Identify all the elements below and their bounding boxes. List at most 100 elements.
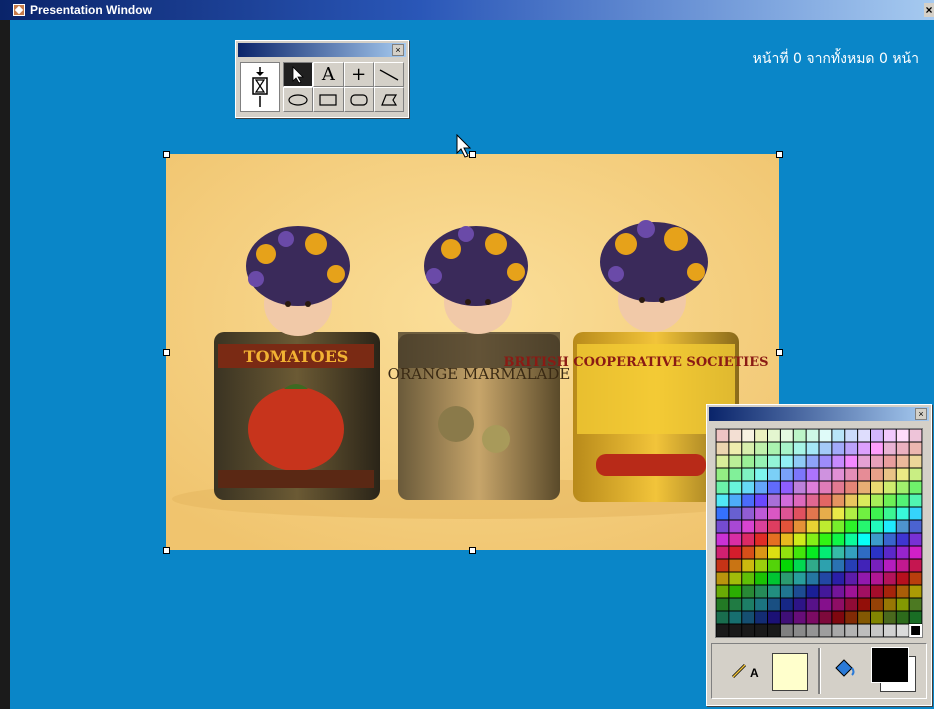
color-swatch[interactable]	[909, 455, 922, 468]
color-swatch[interactable]	[845, 442, 858, 455]
color-swatch[interactable]	[742, 468, 755, 481]
color-swatch[interactable]	[780, 559, 793, 572]
color-swatch[interactable]	[832, 559, 845, 572]
color-swatch[interactable]	[793, 611, 806, 624]
color-swatch[interactable]	[755, 546, 767, 559]
color-swatch[interactable]	[909, 494, 922, 507]
color-swatch[interactable]	[768, 611, 780, 624]
tool-palette-titlebar[interactable]: ×	[238, 43, 406, 57]
color-swatch[interactable]	[883, 598, 896, 611]
color-swatch[interactable]	[858, 585, 870, 598]
color-swatch[interactable]	[768, 494, 780, 507]
color-swatch[interactable]	[729, 585, 742, 598]
color-swatch[interactable]	[793, 468, 806, 481]
color-swatch[interactable]	[871, 481, 883, 494]
color-swatch[interactable]	[729, 559, 742, 572]
color-swatch[interactable]	[716, 546, 729, 559]
color-swatch[interactable]	[819, 624, 832, 637]
color-swatch[interactable]	[871, 624, 883, 637]
color-swatch[interactable]	[819, 481, 832, 494]
color-swatch[interactable]	[806, 624, 819, 637]
color-swatch[interactable]	[883, 494, 896, 507]
resize-handle-right[interactable]	[776, 349, 783, 356]
color-swatch[interactable]	[819, 611, 832, 624]
color-swatch[interactable]	[883, 520, 896, 533]
color-swatch[interactable]	[806, 429, 819, 442]
color-swatch[interactable]	[858, 455, 870, 468]
color-swatch[interactable]	[896, 442, 909, 455]
color-swatch[interactable]	[716, 520, 729, 533]
color-swatch[interactable]	[768, 533, 780, 546]
color-swatch[interactable]	[896, 572, 909, 585]
color-swatch[interactable]	[716, 611, 729, 624]
color-swatch[interactable]	[858, 546, 870, 559]
color-swatch[interactable]	[780, 481, 793, 494]
color-swatch[interactable]	[780, 624, 793, 637]
color-swatch[interactable]	[845, 429, 858, 442]
color-swatch[interactable]	[729, 572, 742, 585]
color-swatch[interactable]	[806, 572, 819, 585]
color-swatch[interactable]	[871, 455, 883, 468]
color-swatch[interactable]	[780, 585, 793, 598]
color-swatch[interactable]	[858, 429, 870, 442]
color-swatch[interactable]	[858, 559, 870, 572]
arrow-tool-button[interactable]	[283, 62, 314, 87]
color-swatch[interactable]	[896, 520, 909, 533]
color-swatch[interactable]	[845, 468, 858, 481]
resize-handle-top-left[interactable]	[163, 151, 170, 158]
color-swatch[interactable]	[858, 442, 870, 455]
color-swatch[interactable]	[742, 442, 755, 455]
color-swatch[interactable]	[883, 585, 896, 598]
color-swatch[interactable]	[716, 494, 729, 507]
color-swatch[interactable]	[755, 559, 767, 572]
color-swatch[interactable]	[780, 429, 793, 442]
color-swatch[interactable]	[896, 533, 909, 546]
color-swatch[interactable]	[896, 455, 909, 468]
color-swatch[interactable]	[793, 494, 806, 507]
color-swatch[interactable]	[806, 520, 819, 533]
color-swatch[interactable]	[858, 494, 870, 507]
color-swatch[interactable]	[871, 429, 883, 442]
color-swatch[interactable]	[742, 507, 755, 520]
color-swatch[interactable]	[729, 507, 742, 520]
color-swatch[interactable]	[909, 468, 922, 481]
color-swatch[interactable]	[845, 559, 858, 572]
rounded-rect-tool-button[interactable]	[343, 87, 374, 112]
color-swatch[interactable]	[819, 559, 832, 572]
color-swatch[interactable]	[871, 598, 883, 611]
color-swatch[interactable]	[742, 481, 755, 494]
color-swatch[interactable]	[883, 481, 896, 494]
color-swatch[interactable]	[729, 481, 742, 494]
color-swatch[interactable]	[845, 481, 858, 494]
color-swatch[interactable]	[883, 559, 896, 572]
color-swatch[interactable]	[793, 624, 806, 637]
color-palette-close-button[interactable]: ×	[915, 408, 927, 420]
color-swatch[interactable]	[755, 455, 767, 468]
color-swatch[interactable]	[742, 611, 755, 624]
resize-handle-bottom[interactable]	[469, 547, 476, 554]
color-swatch[interactable]	[742, 455, 755, 468]
color-swatch[interactable]	[793, 585, 806, 598]
color-swatch[interactable]	[716, 585, 729, 598]
color-swatch[interactable]	[909, 572, 922, 585]
color-swatch[interactable]	[755, 585, 767, 598]
color-swatch[interactable]	[716, 507, 729, 520]
color-swatch[interactable]	[883, 546, 896, 559]
color-swatch[interactable]	[845, 572, 858, 585]
color-swatch[interactable]	[883, 507, 896, 520]
color-swatch[interactable]	[780, 598, 793, 611]
color-swatch[interactable]	[845, 520, 858, 533]
color-swatch[interactable]	[755, 533, 767, 546]
color-swatch[interactable]	[768, 585, 780, 598]
color-swatch[interactable]	[806, 468, 819, 481]
color-swatch[interactable]	[845, 507, 858, 520]
color-swatch[interactable]	[909, 507, 922, 520]
color-swatch[interactable]	[716, 455, 729, 468]
color-swatch[interactable]	[909, 533, 922, 546]
color-swatch[interactable]	[896, 481, 909, 494]
ellipse-tool-button[interactable]	[283, 87, 314, 112]
color-swatch[interactable]	[780, 611, 793, 624]
color-swatch[interactable]	[793, 442, 806, 455]
color-swatch[interactable]	[845, 533, 858, 546]
color-swatch[interactable]	[793, 559, 806, 572]
